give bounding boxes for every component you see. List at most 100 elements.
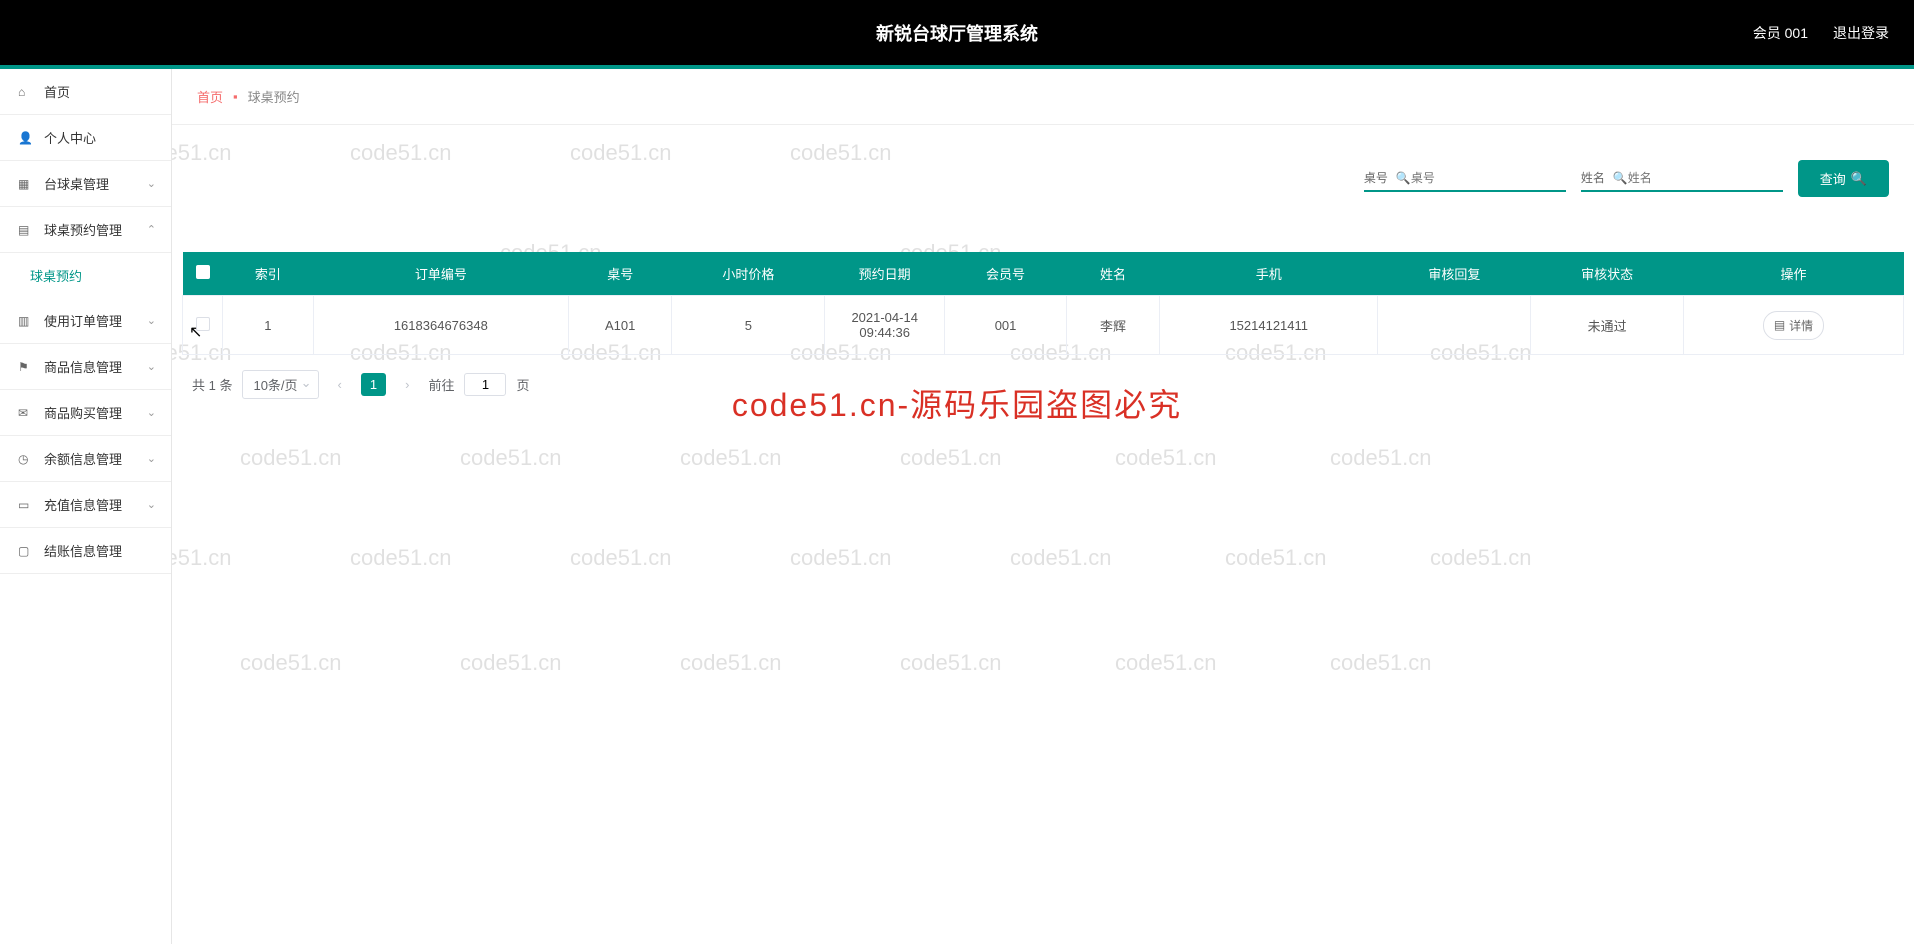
table-container: 索引 订单编号 桌号 小时价格 预约日期 会员号 姓名 手机 审核回复 审核状态… [172, 212, 1914, 414]
user-label[interactable]: 会员 001 [1753, 23, 1808, 43]
query-label: 查询 [1820, 169, 1846, 188]
chevron-down-icon: ⌄ [147, 177, 156, 190]
cell-table-no: A101 [568, 296, 671, 355]
next-page-button[interactable]: › [396, 373, 418, 396]
search-label-name: 姓名 [1581, 169, 1605, 186]
chevron-down-icon: ⌄ [301, 375, 312, 391]
data-table: 索引 订单编号 桌号 小时价格 预约日期 会员号 姓名 手机 审核回复 审核状态… [182, 252, 1904, 355]
sidebar-label: 球桌预约管理 [44, 220, 122, 239]
search-icon: 🔍 [1396, 171, 1411, 185]
cell-member-no: 001 [945, 296, 1067, 355]
sidebar-item-home[interactable]: ⌂ 首页 [0, 69, 171, 115]
breadcrumb-separator-icon: ▪ [233, 89, 238, 104]
sidebar-label: 充值信息管理 [44, 495, 122, 514]
sidebar-subitem-reservation[interactable]: 球桌预约 [0, 253, 171, 298]
goto-page-input[interactable] [464, 373, 506, 396]
header-table-no: 桌号 [568, 252, 671, 296]
app-title: 新锐台球厅管理系统 [876, 20, 1038, 46]
detail-button[interactable]: ▤ 详情 [1763, 311, 1824, 340]
search-input-name[interactable] [1628, 171, 1783, 185]
sidebar-label: 商品信息管理 [44, 357, 122, 376]
flag-icon: ⚑ [18, 360, 34, 374]
page-size-select[interactable]: 10条/页 ⌄ [242, 370, 318, 399]
chevron-up-icon: ⌃ [147, 223, 156, 236]
cell-reserve-date: 2021-04-14 09:44:36 [825, 296, 945, 355]
header-member-no: 会员号 [945, 252, 1067, 296]
card-icon: ▭ [18, 498, 34, 512]
header-review-reply: 审核回复 [1378, 252, 1531, 296]
goto-label: 前往 [428, 375, 454, 394]
sidebar-label: 台球桌管理 [44, 174, 109, 193]
prev-page-button[interactable]: ‹ [329, 373, 351, 396]
header-hour-price: 小时价格 [672, 252, 825, 296]
header-name: 姓名 [1066, 252, 1159, 296]
chevron-down-icon: ⌄ [147, 452, 156, 465]
home-icon: ⌂ [18, 85, 34, 99]
detail-label: 详情 [1789, 317, 1813, 334]
search-input-table-no[interactable] [1411, 171, 1566, 185]
clock-icon: ◷ [18, 452, 34, 466]
search-group-name: 姓名 🔍 [1581, 165, 1783, 192]
cell-phone: 15214121411 [1159, 296, 1377, 355]
sidebar-item-reservation-mgmt[interactable]: ▤ 球桌预约管理 ⌃ [0, 207, 171, 253]
pagination: 共 1 条 10条/页 ⌄ ‹ 1 › 前往 页 [182, 355, 1904, 414]
cell-hour-price: 5 [672, 296, 825, 355]
cell-action: ▤ 详情 [1684, 296, 1904, 355]
sidebar-item-table-mgmt[interactable]: ▦ 台球桌管理 ⌄ [0, 161, 171, 207]
sidebar-item-product-info[interactable]: ⚑ 商品信息管理 ⌄ [0, 344, 171, 390]
header-reserve-date: 预约日期 [825, 252, 945, 296]
query-button[interactable]: 查询 🔍 [1798, 160, 1889, 197]
total-count: 共 1 条 [192, 375, 232, 394]
sidebar-item-product-buy[interactable]: ✉ 商品购买管理 ⌄ [0, 390, 171, 436]
receipt-icon: ▢ [18, 544, 34, 558]
order-icon: ▥ [18, 314, 34, 328]
search-row: 桌号 🔍 姓名 🔍 查询 🔍 [172, 125, 1914, 212]
sidebar-item-checkout[interactable]: ▢ 结账信息管理 [0, 528, 171, 574]
header-order-no: 订单编号 [313, 252, 568, 296]
chevron-down-icon: ⌄ [147, 314, 156, 327]
sidebar-item-personal[interactable]: 👤 个人中心 [0, 115, 171, 161]
cell-name: 李辉 [1066, 296, 1159, 355]
doc-icon: ▤ [1774, 318, 1785, 332]
user-icon: 👤 [18, 131, 34, 145]
search-icon: 🔍 [1851, 171, 1867, 187]
sidebar: ⌂ 首页 👤 个人中心 ▦ 台球桌管理 ⌄ ▤ 球桌预约管理 ⌃ 球桌预约 ▥ … [0, 69, 172, 944]
list-icon: ▤ [18, 223, 34, 237]
header-index: 索引 [223, 252, 314, 296]
logout-link[interactable]: 退出登录 [1833, 23, 1889, 43]
cell-index: 1 [223, 296, 314, 355]
search-label-table-no: 桌号 [1364, 169, 1388, 186]
sidebar-label: 商品购买管理 [44, 403, 122, 422]
header-phone: 手机 [1159, 252, 1377, 296]
mail-icon: ✉ [18, 406, 34, 420]
sidebar-item-balance[interactable]: ◷ 余额信息管理 ⌄ [0, 436, 171, 482]
grid-icon: ▦ [18, 177, 34, 191]
search-icon: 🔍 [1613, 171, 1628, 185]
header-action: 操作 [1684, 252, 1904, 296]
sidebar-label: 结账信息管理 [44, 541, 122, 560]
breadcrumb-home[interactable]: 首页 [197, 87, 223, 106]
page-suffix: 页 [516, 375, 529, 394]
cell-order-no: 1618364676348 [313, 296, 568, 355]
row-checkbox[interactable] [183, 296, 223, 355]
main-content: 首页 ▪ 球桌预约 桌号 🔍 姓名 🔍 查询 🔍 [172, 69, 1914, 944]
sidebar-label: 球桌预约 [30, 266, 82, 285]
cell-review-status: 未通过 [1531, 296, 1684, 355]
header-checkbox[interactable] [183, 252, 223, 296]
sidebar-item-order-mgmt[interactable]: ▥ 使用订单管理 ⌄ [0, 298, 171, 344]
page-number-1[interactable]: 1 [361, 373, 386, 396]
sidebar-label: 余额信息管理 [44, 449, 122, 468]
app-header: 新锐台球厅管理系统 会员 001 退出登录 [0, 0, 1914, 65]
cell-review-reply [1378, 296, 1531, 355]
sidebar-label: 使用订单管理 [44, 311, 122, 330]
chevron-down-icon: ⌄ [147, 406, 156, 419]
breadcrumb: 首页 ▪ 球桌预约 [172, 69, 1914, 125]
chevron-down-icon: ⌄ [147, 360, 156, 373]
chevron-down-icon: ⌄ [147, 498, 156, 511]
search-group-table-no: 桌号 🔍 [1364, 165, 1566, 192]
sidebar-item-recharge[interactable]: ▭ 充值信息管理 ⌄ [0, 482, 171, 528]
sidebar-label: 个人中心 [44, 128, 96, 147]
header-review-status: 审核状态 [1531, 252, 1684, 296]
sidebar-label: 首页 [44, 82, 70, 101]
table-row: 1 1618364676348 A101 5 2021-04-14 09:44:… [183, 296, 1904, 355]
